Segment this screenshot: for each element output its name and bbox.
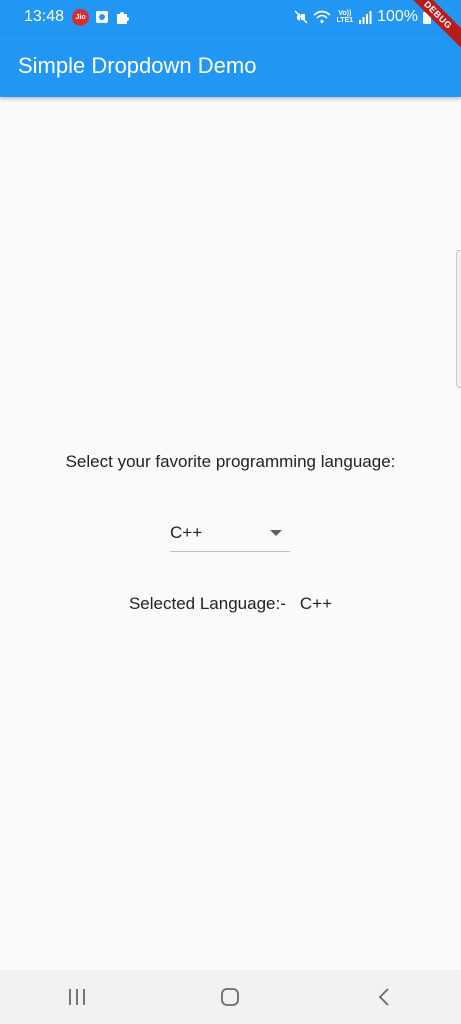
wifi-icon [313, 10, 331, 24]
dropdown-arrow-icon [270, 530, 282, 536]
edge-panel-handle[interactable] [456, 250, 461, 388]
recent-apps-icon [68, 989, 85, 1005]
home-icon [221, 988, 240, 1006]
dropdown-selected-value: C++ [170, 523, 203, 542]
status-bar: 13:48 Jio Vo)) LTE1 100% [0, 0, 461, 34]
mute-icon [294, 10, 308, 24]
volte-indicator: Vo)) LTE1 [336, 10, 353, 24]
back-icon [378, 988, 389, 1006]
selected-language-value: C++ [299, 594, 333, 613]
selected-language-label: Selected Language:- [128, 594, 286, 613]
prompt-text: Select your favorite programming languag… [65, 452, 396, 471]
selected-language-line: Selected Language:- C++ [0, 594, 461, 614]
app-notification-icon [96, 11, 109, 23]
app-bar: Simple Dropdown Demo [0, 34, 461, 97]
page-title: Simple Dropdown Demo [18, 52, 257, 78]
jio-icon: Jio [72, 8, 90, 26]
recent-apps-button[interactable] [47, 977, 107, 1017]
language-dropdown[interactable]: C++ [170, 520, 290, 552]
status-left: 13:48 Jio [24, 8, 131, 26]
volte-line2: LTE1 [336, 17, 354, 24]
volte-line1: Vo)) [338, 10, 352, 17]
system-nav-bar [0, 970, 461, 1024]
status-time: 13:48 [24, 8, 65, 25]
battery-percent: 100% [377, 8, 418, 25]
status-right: Vo)) LTE1 100% [294, 0, 431, 34]
back-button[interactable] [354, 977, 414, 1017]
home-button[interactable] [200, 977, 260, 1017]
signal-icon [359, 11, 372, 24]
puzzle-icon [117, 12, 130, 24]
